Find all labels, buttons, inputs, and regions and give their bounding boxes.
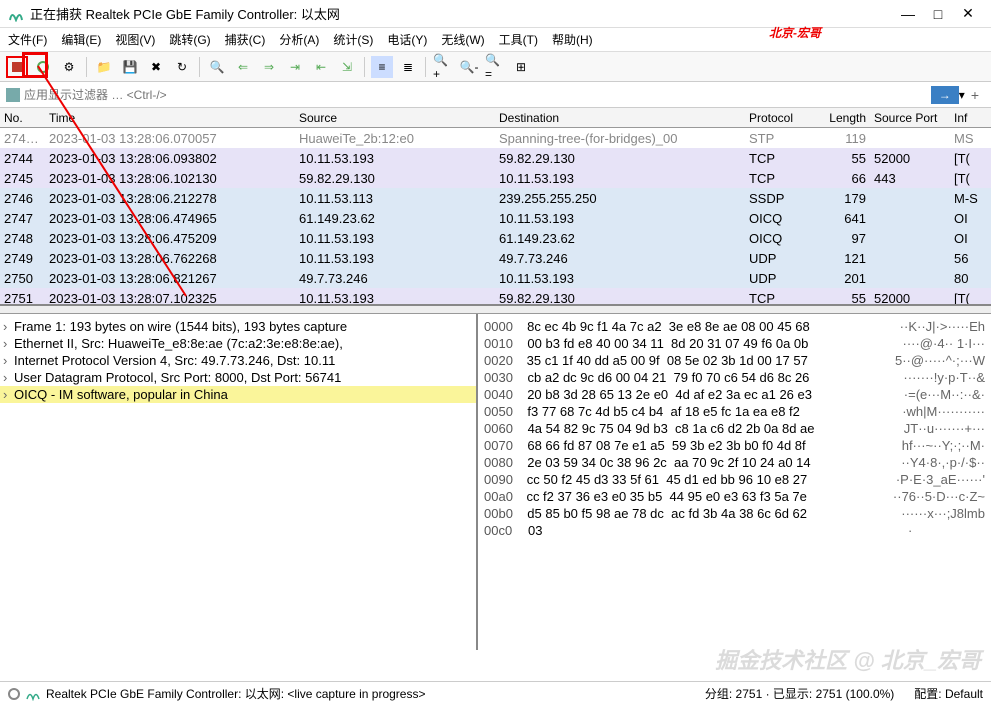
colorize-icon[interactable]: ≣ [397,56,419,78]
reload-icon[interactable]: ↻ [171,56,193,78]
menu-analyze[interactable]: 分析(A) [279,31,319,48]
bookmark-icon[interactable] [6,88,20,102]
packet-row[interactable]: 27452023-01-03 13:28:06.10213059.82.29.1… [0,168,991,188]
dropdown-icon[interactable]: ▾ [959,88,965,102]
wireshark-icon [8,6,24,22]
packet-row[interactable]: 27442023-01-03 13:28:06.09380210.11.53.1… [0,148,991,168]
prev-icon[interactable]: ⇐ [232,56,254,78]
hex-row[interactable]: 00a0cc f2 37 36 e3 e0 35 b5 44 95 e0 e3 … [484,488,985,505]
col-time[interactable]: Time [45,111,295,125]
minimize-button[interactable]: — [893,4,923,24]
maximize-button[interactable]: □ [923,4,953,24]
window-title: 正在捕获 Realtek PCIe GbE Family Controller:… [30,4,893,23]
hex-row[interactable]: 00604a 54 82 9c 75 04 9d b3 c8 1a c6 d2 … [484,420,985,437]
resize-columns-icon[interactable]: ⊞ [510,56,532,78]
col-length[interactable]: Length [815,111,870,125]
menubar: 文件(F) 编辑(E) 视图(V) 跳转(G) 捕获(C) 分析(A) 统计(S… [0,28,991,52]
status-counts: 分组: 2751 · 已显示: 2751 (100.0%) [705,685,894,702]
tree-node[interactable]: Ethernet II, Src: HuaweiTe_e8:8e:ae (7c:… [0,335,476,352]
find-icon[interactable]: ⚙ [58,56,80,78]
close-file-icon[interactable]: ✖ [145,56,167,78]
close-button[interactable]: ✕ [953,4,983,24]
packet-row[interactable]: 27482023-01-03 13:28:06.47520910.11.53.1… [0,228,991,248]
capture-icon [26,687,40,701]
hex-row[interactable]: 0030cb a2 dc 9c d6 00 04 21 79 f0 70 c6 … [484,369,985,386]
col-protocol[interactable]: Protocol [745,111,815,125]
tree-node[interactable]: Internet Protocol Version 4, Src: 49.7.7… [0,352,476,369]
save-icon[interactable]: 💾 [119,56,141,78]
next-icon[interactable]: ⇒ [258,56,280,78]
tree-node[interactable]: User Datagram Protocol, Src Port: 8000, … [0,369,476,386]
col-info[interactable]: Inf [950,111,980,125]
last-icon[interactable]: ⇲ [336,56,358,78]
col-no[interactable]: No. [0,111,45,125]
packet-details-tree[interactable]: Frame 1: 193 bytes on wire (1544 bits), … [0,314,478,650]
hex-row[interactable]: 007068 66 fd 87 08 7e e1 a5 59 3b e2 3b … [484,437,985,454]
hex-row[interactable]: 00b0d5 85 b0 f5 98 ae 78 dc ac fd 3b 4a … [484,505,985,522]
zoom-reset-icon[interactable]: 🔍= [484,56,506,78]
tree-node[interactable]: OICQ - IM software, popular in China [0,386,476,403]
zoom-in-icon[interactable]: 🔍+ [432,56,454,78]
menu-edit[interactable]: 编辑(E) [61,31,101,48]
menu-tools[interactable]: 工具(T) [499,31,538,48]
menu-telephony[interactable]: 电话(Y) [387,31,427,48]
splitter[interactable] [0,306,991,314]
hex-row[interactable]: 002035 c1 1f 40 dd a5 00 9f 08 5e 02 3b … [484,352,985,369]
menu-view[interactable]: 视图(V) [115,31,155,48]
menu-help[interactable]: 帮助(H) [552,31,593,48]
annotation-label: 北京-宏哥 [769,24,821,41]
packet-row[interactable]: 27462023-01-03 13:28:06.21227810.11.53.1… [0,188,991,208]
stop-capture-button[interactable] [6,56,28,78]
menu-go[interactable]: 跳转(G) [169,31,210,48]
menu-wireless[interactable]: 无线(W) [441,31,484,48]
menu-capture[interactable]: 捕获(C) [225,31,266,48]
packet-row[interactable]: 27502023-01-03 13:28:06.82126749.7.73.24… [0,268,991,288]
status-profile[interactable]: 配置: Default [914,685,983,702]
status-interface: Realtek PCIe GbE Family Controller: 以太网:… [46,685,425,702]
filter-input[interactable] [24,88,931,102]
toolbar: ⚙ 📁 💾 ✖ ↻ 🔍 ⇐ ⇒ ⇥ ⇤ ⇲ ≡ ≣ 🔍+ 🔍- 🔍= ⊞ [0,52,991,82]
hex-row[interactable]: 00802e 03 59 34 0c 38 96 2c aa 70 9c 2f … [484,454,985,471]
zoom-out-icon[interactable]: 🔍- [458,56,480,78]
search-icon[interactable]: 🔍 [206,56,228,78]
packet-row[interactable]: 27492023-01-03 13:28:06.76226810.11.53.1… [0,248,991,268]
col-source-port[interactable]: Source Port [870,111,950,125]
hex-row[interactable]: 004020 b8 3d 28 65 13 2e e0 4d af e2 3a … [484,386,985,403]
open-icon[interactable]: 📁 [93,56,115,78]
hex-row[interactable]: 00c003 · [484,522,985,539]
hex-row[interactable]: 0090cc 50 f2 45 d3 33 5f 61 45 d1 ed bb … [484,471,985,488]
packet-row[interactable]: 274…2023-01-03 13:28:06.070057HuaweiTe_2… [0,128,991,148]
filter-bar: → ▾ + [0,82,991,108]
status-bar: Realtek PCIe GbE Family Controller: 以太网:… [0,681,991,705]
apply-filter-button[interactable]: → [931,86,959,104]
packet-row[interactable]: 27512023-01-03 13:28:07.10232510.11.53.1… [0,288,991,306]
hex-dump-pane[interactable]: 00008c ec 4b 9c f1 4a 7c a2 3e e8 8e ae … [478,314,991,650]
col-destination[interactable]: Destination [495,111,745,125]
add-filter-button[interactable]: + [971,87,979,103]
menu-stats[interactable]: 统计(S) [333,31,373,48]
restart-icon[interactable] [32,56,54,78]
hex-row[interactable]: 00008c ec 4b 9c f1 4a 7c a2 3e e8 8e ae … [484,318,985,335]
col-source[interactable]: Source [295,111,495,125]
titlebar: 正在捕获 Realtek PCIe GbE Family Controller:… [0,0,991,28]
menu-file[interactable]: 文件(F) [8,31,47,48]
packet-header: No. Time Source Destination Protocol Len… [0,108,991,128]
packet-list[interactable]: No. Time Source Destination Protocol Len… [0,108,991,306]
tree-node[interactable]: Frame 1: 193 bytes on wire (1544 bits), … [0,318,476,335]
hex-row[interactable]: 0050f3 77 68 7c 4d b5 c4 b4 af 18 e5 fc … [484,403,985,420]
packet-row[interactable]: 27472023-01-03 13:28:06.47496561.149.23.… [0,208,991,228]
jump-icon[interactable]: ⇥ [284,56,306,78]
expert-info-icon[interactable] [8,688,20,700]
first-icon[interactable]: ⇤ [310,56,332,78]
hex-row[interactable]: 001000 b3 fd e8 40 00 34 11 8d 20 31 07 … [484,335,985,352]
autoscroll-icon[interactable]: ≡ [371,56,393,78]
